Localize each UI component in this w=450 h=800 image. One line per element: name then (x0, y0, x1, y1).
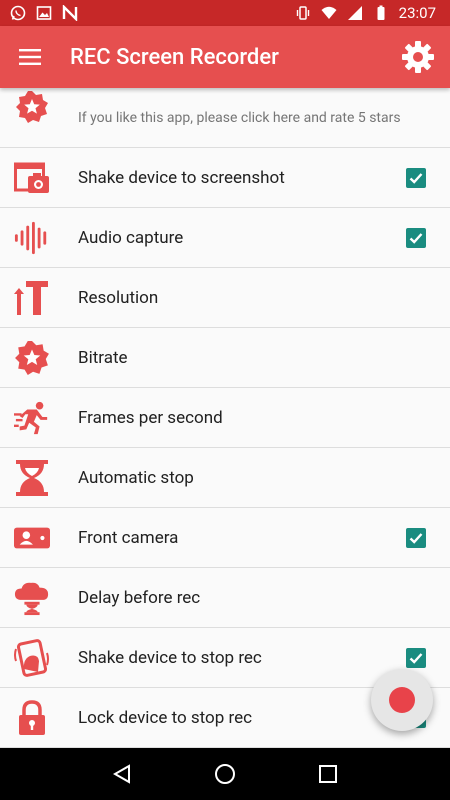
setting-row-automatic-stop[interactable]: Automatic stop (0, 448, 450, 508)
front-camera-icon (14, 520, 50, 556)
setting-row-fps[interactable]: Frames per second (0, 388, 450, 448)
screenshot-camera-icon (14, 160, 50, 196)
settings-button[interactable] (394, 26, 442, 88)
check-icon (409, 172, 423, 184)
checkbox-checked[interactable] (406, 647, 426, 668)
setting-label: Automatic stop (78, 467, 194, 488)
whatsapp-icon (10, 5, 26, 21)
wifi-icon (321, 6, 337, 19)
home-button[interactable] (205, 754, 245, 794)
setting-label: Shake device to screenshot (78, 167, 285, 188)
check-icon (409, 532, 423, 544)
bitrate-badge-icon (14, 340, 50, 376)
running-figure-icon (14, 400, 50, 436)
star-badge-icon (14, 89, 50, 125)
battery-icon (377, 5, 385, 20)
image-icon (36, 6, 52, 20)
check-icon (409, 232, 423, 244)
status-time: 23:07 (398, 4, 436, 22)
setting-label: Bitrate (78, 347, 128, 368)
setting-row-front-camera[interactable]: Front camera (0, 508, 450, 568)
settings-list: If you like this app, please click here … (0, 88, 450, 748)
setting-row-shake-screenshot[interactable]: Shake device to screenshot (0, 148, 450, 208)
delay-cloud-icon (14, 580, 50, 616)
vibrate-icon (296, 6, 309, 20)
setting-row-delay[interactable]: Delay before rec (0, 568, 450, 628)
resolution-icon (14, 280, 50, 316)
setting-label: Audio capture (78, 227, 184, 248)
setting-label: Lock device to stop rec (78, 707, 253, 728)
rate-app-text: If you like this app, please click here … (78, 109, 401, 126)
checkbox-checked[interactable] (406, 527, 426, 548)
checkbox-checked[interactable] (406, 167, 426, 188)
lock-icon (14, 699, 50, 736)
setting-label: Delay before rec (78, 587, 201, 608)
menu-button[interactable] (0, 26, 60, 88)
signal-icon (347, 6, 362, 20)
app-title: REC Screen Recorder (70, 44, 279, 70)
setting-label: Frames per second (78, 407, 223, 428)
hourglass-icon (14, 459, 50, 496)
rate-app-row[interactable]: If you like this app, please click here … (0, 88, 450, 148)
recents-icon (319, 765, 338, 783)
home-icon (214, 764, 235, 784)
setting-row-resolution[interactable]: Resolution (0, 268, 450, 328)
setting-row-audio-capture[interactable]: Audio capture (0, 208, 450, 268)
setting-row-bitrate[interactable]: Bitrate (0, 328, 450, 388)
checkbox-checked[interactable] (406, 227, 426, 248)
setting-label: Resolution (78, 287, 159, 308)
back-button[interactable] (102, 754, 142, 794)
recents-button[interactable] (308, 754, 348, 794)
shake-phone-icon (14, 638, 50, 677)
gear-icon (402, 41, 434, 73)
navigation-bar (0, 748, 450, 800)
audio-waveform-icon (14, 220, 50, 256)
back-icon (112, 764, 130, 784)
setting-label: Front camera (78, 527, 179, 548)
setting-label: Shake device to stop rec (78, 647, 262, 668)
status-bar: 23:07 (0, 0, 450, 26)
record-dot-icon (389, 687, 415, 713)
app-bar: REC Screen Recorder (0, 26, 450, 88)
check-icon (409, 652, 423, 664)
record-button[interactable] (371, 669, 433, 731)
hamburger-menu-icon (19, 49, 41, 65)
n-app-icon (62, 5, 78, 21)
